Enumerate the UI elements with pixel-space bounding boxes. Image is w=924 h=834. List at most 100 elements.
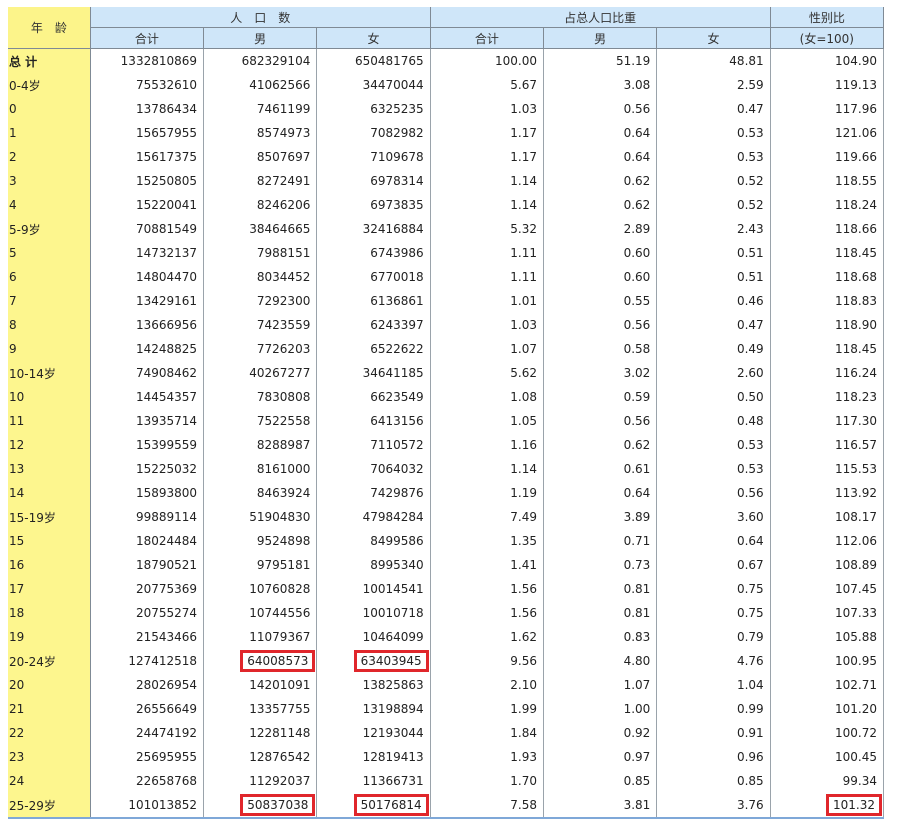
share-male-cell: 0.85 bbox=[543, 769, 658, 793]
pop-male-cell: 7830808 bbox=[203, 385, 318, 409]
pop-male-cell: 11292037 bbox=[203, 769, 318, 793]
sex-ratio-cell: 100.72 bbox=[770, 721, 885, 745]
table-row: 总 计 1332810869 682329104 650481765 100.00 51.… bbox=[8, 48, 885, 73]
population-by-age-table: 年 龄 人 口 数 占总人口比重 性别比 合计 男 女 合计 男 女 (女=10… bbox=[8, 7, 885, 819]
pop-female-cell: 10464099 bbox=[316, 625, 431, 649]
age-cell: 19 bbox=[8, 625, 91, 649]
sex-ratio-cell: 119.66 bbox=[770, 145, 885, 169]
share-female-cell: 2.43 bbox=[656, 217, 771, 241]
pop-total-cell: 21543466 bbox=[90, 625, 205, 649]
age-cell: 12 bbox=[8, 433, 91, 457]
age-cell: 24 bbox=[8, 769, 91, 793]
table-row: 5-9岁 70881549 38464665 32416884 5.32 2.89 2.43… bbox=[8, 217, 885, 241]
pop-total-cell: 28026954 bbox=[90, 673, 205, 697]
age-cell: 9 bbox=[8, 337, 91, 361]
share-total-cell: 1.70 bbox=[430, 769, 545, 793]
share-total-cell: 1.17 bbox=[430, 145, 545, 169]
share-female-cell: 0.52 bbox=[656, 193, 771, 217]
sex-ratio-cell: 116.24 bbox=[770, 361, 885, 385]
share-male-cell: 0.56 bbox=[543, 409, 658, 433]
sex-ratio-cell: 104.90 bbox=[770, 48, 885, 73]
sex-ratio-cell: 118.23 bbox=[770, 385, 885, 409]
share-female-cell: 0.48 bbox=[656, 409, 771, 433]
pop-total-cell: 15617375 bbox=[90, 145, 205, 169]
share-female-cell: 0.53 bbox=[656, 457, 771, 481]
age-cell: 0-4岁 bbox=[8, 73, 91, 97]
age-cell: 15 bbox=[8, 529, 91, 553]
share-male-cell: 0.56 bbox=[543, 313, 658, 337]
share-male-cell: 0.62 bbox=[543, 193, 658, 217]
share-female-cell: 0.75 bbox=[656, 577, 771, 601]
share-female-cell: 0.79 bbox=[656, 625, 771, 649]
share-total-cell: 1.56 bbox=[430, 577, 545, 601]
table-row: 20 28026954 14201091 13825863 2.10 1.07 1.04 10… bbox=[8, 673, 885, 697]
sex-ratio-cell: 118.55 bbox=[770, 169, 885, 193]
share-total-cell: 1.14 bbox=[430, 193, 545, 217]
share-total-cell: 5.32 bbox=[430, 217, 545, 241]
pop-total-cell: 14804470 bbox=[90, 265, 205, 289]
pop-total-cell: 15893800 bbox=[90, 481, 205, 505]
pop-female-cell: 6978314 bbox=[316, 169, 431, 193]
table-row: 21 26556649 13357755 13198894 1.99 1.00 0.99 10… bbox=[8, 697, 885, 721]
pop-male-cell: 11079367 bbox=[203, 625, 318, 649]
pop-total-cell: 70881549 bbox=[90, 217, 205, 241]
share-total-cell: 2.10 bbox=[430, 673, 545, 697]
share-female-cell: 0.56 bbox=[656, 481, 771, 505]
header-share-male: 男 bbox=[543, 27, 658, 49]
share-female-cell: 0.50 bbox=[656, 385, 771, 409]
sex-ratio-cell: 118.90 bbox=[770, 313, 885, 337]
share-total-cell: 100.00 bbox=[430, 48, 545, 73]
table-row: 20-24岁 127412518 64008573 63403945 9.56 4.80 4… bbox=[8, 649, 885, 673]
age-cell: 17 bbox=[8, 577, 91, 601]
table-row: 2 15617375 8507697 7109678 1.17 0.64 0.53 119.6… bbox=[8, 145, 885, 169]
share-female-cell: 0.85 bbox=[656, 769, 771, 793]
share-total-cell: 1.19 bbox=[430, 481, 545, 505]
pop-female-cell: 8995340 bbox=[316, 553, 431, 577]
pop-total-cell: 18790521 bbox=[90, 553, 205, 577]
share-female-cell: 0.49 bbox=[656, 337, 771, 361]
pop-total-cell: 15657955 bbox=[90, 121, 205, 145]
table-row: 19 21543466 11079367 10464099 1.62 0.83 0.79 10… bbox=[8, 625, 885, 649]
age-cell: 3 bbox=[8, 169, 91, 193]
share-female-cell: 0.75 bbox=[656, 601, 771, 625]
pop-total-cell: 1332810869 bbox=[90, 48, 205, 73]
pop-female-cell: 7064032 bbox=[316, 457, 431, 481]
share-female-cell: 0.99 bbox=[656, 697, 771, 721]
age-cell: 25-29岁 bbox=[8, 793, 91, 819]
share-male-cell: 0.64 bbox=[543, 121, 658, 145]
sex-ratio-cell: 118.45 bbox=[770, 337, 885, 361]
pop-female-cell: 6413156 bbox=[316, 409, 431, 433]
pop-total-cell: 13786434 bbox=[90, 97, 205, 121]
sex-ratio-cell: 112.06 bbox=[770, 529, 885, 553]
share-total-cell: 1.93 bbox=[430, 745, 545, 769]
pop-female-cell: 32416884 bbox=[316, 217, 431, 241]
pop-female-cell: 10010718 bbox=[316, 601, 431, 625]
share-female-cell: 0.53 bbox=[656, 121, 771, 145]
sex-ratio-cell: 108.89 bbox=[770, 553, 885, 577]
pop-female-cell: 7109678 bbox=[316, 145, 431, 169]
share-female-cell: 2.60 bbox=[656, 361, 771, 385]
sex-ratio-cell: 105.88 bbox=[770, 625, 885, 649]
share-total-cell: 1.41 bbox=[430, 553, 545, 577]
share-male-cell: 1.00 bbox=[543, 697, 658, 721]
sex-ratio-cell: 100.45 bbox=[770, 745, 885, 769]
share-male-cell: 0.62 bbox=[543, 169, 658, 193]
header-pop-total: 合计 bbox=[90, 27, 205, 49]
pop-total-cell: 13666956 bbox=[90, 313, 205, 337]
pop-total-cell: 99889114 bbox=[90, 505, 205, 529]
pop-male-cell: 682329104 bbox=[203, 48, 318, 73]
header-pop-male: 男 bbox=[203, 27, 318, 49]
share-total-cell: 1.14 bbox=[430, 169, 545, 193]
pop-male-cell: 7292300 bbox=[203, 289, 318, 313]
share-male-cell: 0.81 bbox=[543, 577, 658, 601]
table-body: 总 计 1332810869 682329104 650481765 100.00 51.… bbox=[8, 48, 885, 819]
pop-male-cell: 12876542 bbox=[203, 745, 318, 769]
table-row: 23 25695955 12876542 12819413 1.93 0.97 0.96 10… bbox=[8, 745, 885, 769]
share-male-cell: 51.19 bbox=[543, 48, 658, 73]
share-male-cell: 3.89 bbox=[543, 505, 658, 529]
share-male-cell: 4.80 bbox=[543, 649, 658, 673]
share-total-cell: 1.11 bbox=[430, 241, 545, 265]
pop-total-cell: 14732137 bbox=[90, 241, 205, 265]
pop-female-cell: 6743986 bbox=[316, 241, 431, 265]
age-cell: 4 bbox=[8, 193, 91, 217]
